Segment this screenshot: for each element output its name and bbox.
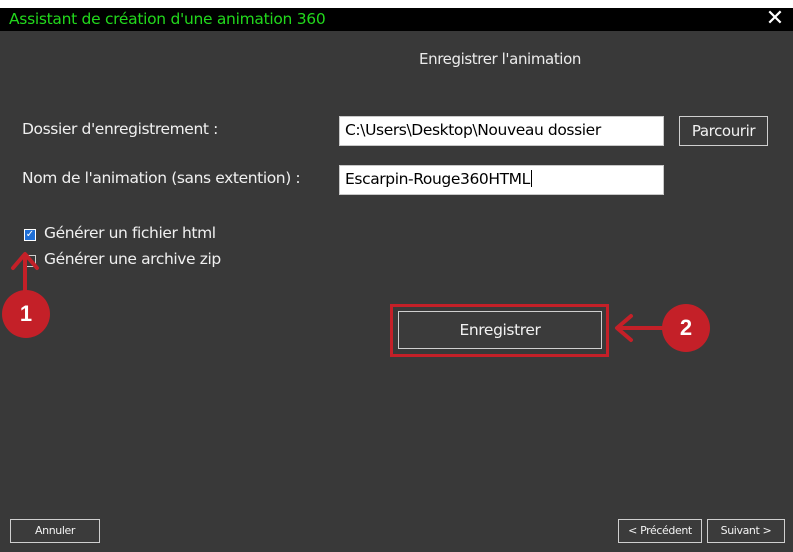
previous-button[interactable]: < Précédent [618,519,702,543]
step-title: Enregistrer l'animation [419,50,581,68]
folder-label: Dossier d'enregistrement : [22,120,218,138]
window-title: Assistant de création d'une animation 36… [9,10,326,28]
annotation-badge-2: 2 [662,304,710,352]
annotation-highlight-box [390,304,609,357]
animation-name-label: Nom de l'animation (sans extention) : [22,169,301,187]
cancel-button[interactable]: Annuler [10,519,100,543]
browse-button[interactable]: Parcourir [679,116,768,146]
annotation-badge-1: 1 [2,290,50,338]
close-button[interactable]: ✕ [763,8,787,31]
animation-name-value: Escarpin-Rouge360HTML [345,170,530,188]
wizard-window: Assistant de création d'une animation 36… [0,8,793,552]
text-caret [530,170,532,187]
html-checkbox[interactable]: ✓ [24,229,36,241]
animation-name-input[interactable]: Escarpin-Rouge360HTML [339,165,664,195]
folder-path-input[interactable]: C:\Users\Desktop\Nouveau dossier [339,116,664,146]
title-bar: Assistant de création d'une animation 36… [0,8,793,31]
zip-checkbox-label: Générer une archive zip [44,250,221,268]
html-checkbox-label: Générer un fichier html [44,224,216,242]
folder-path-value: C:\Users\Desktop\Nouveau dossier [345,121,601,139]
next-button[interactable]: Suivant > [707,519,785,543]
